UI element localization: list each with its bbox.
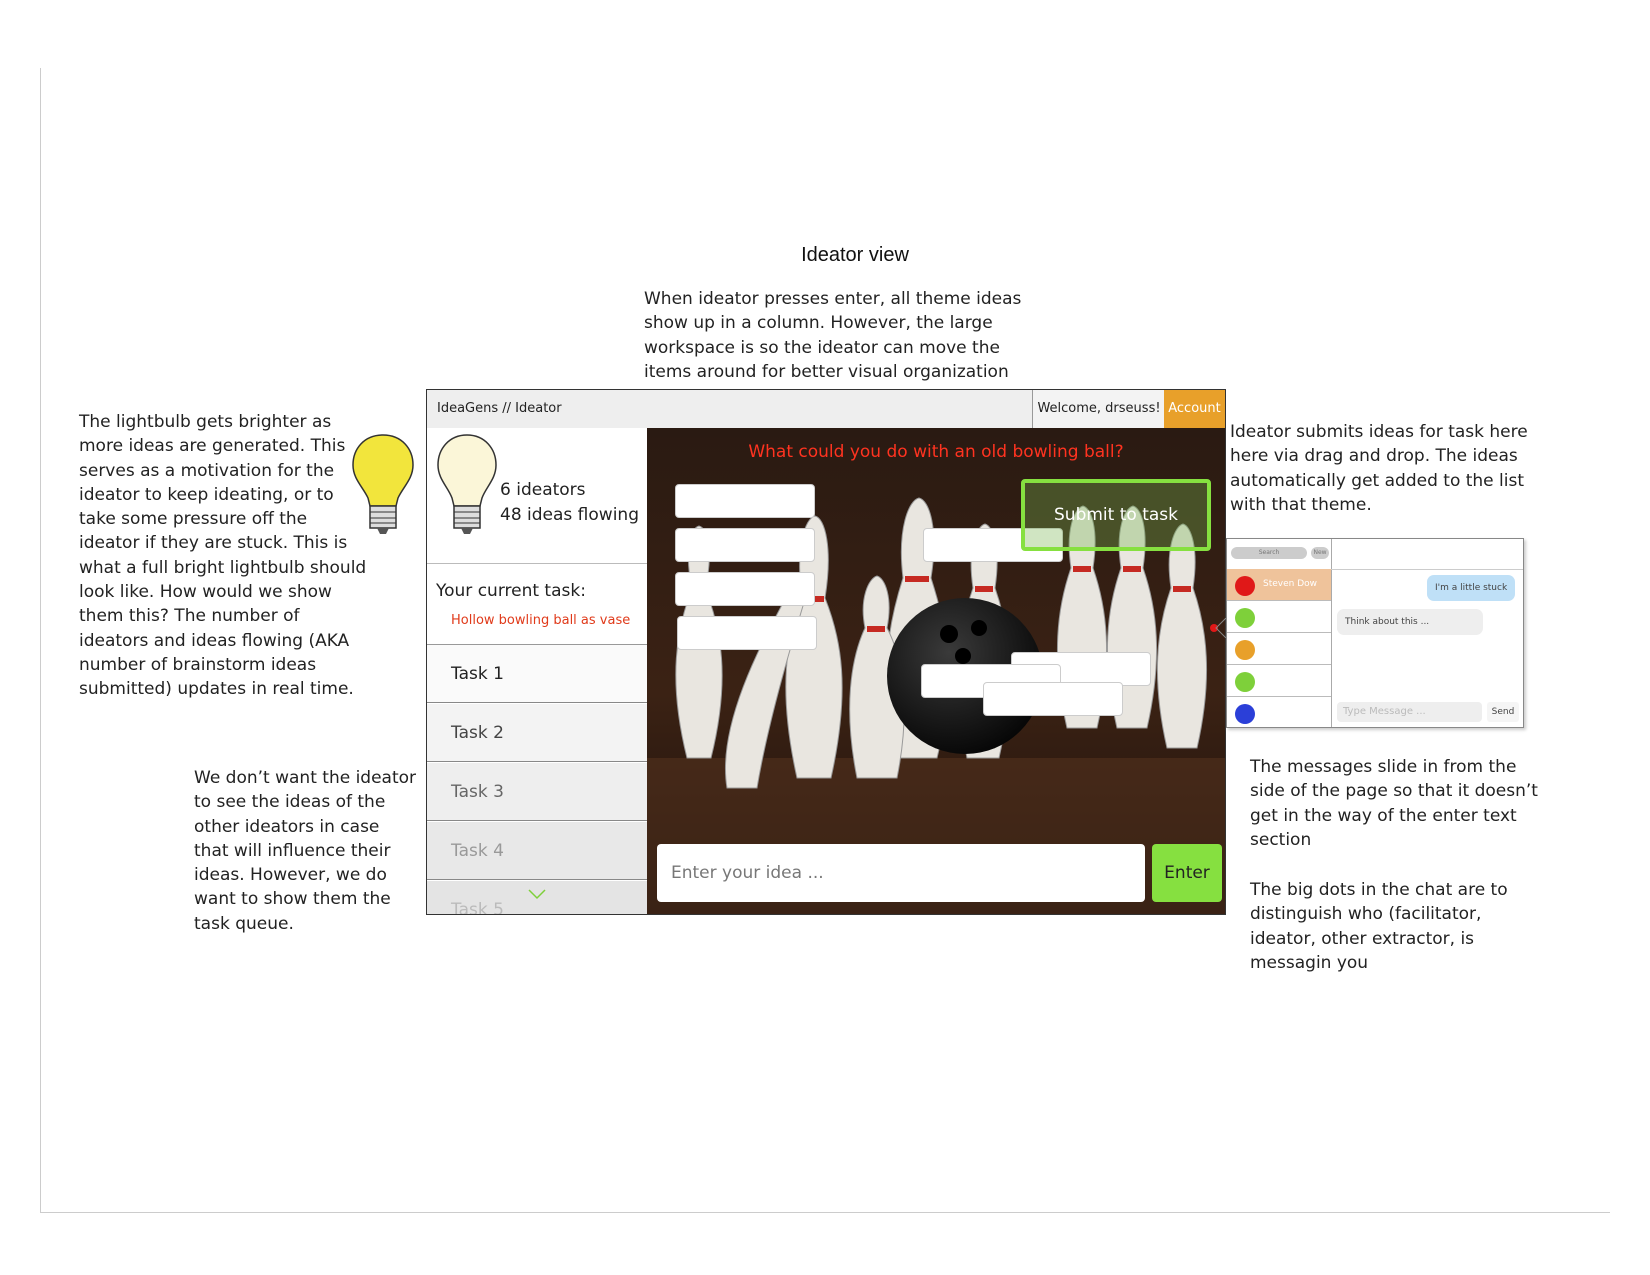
welcome-text: Welcome, drseuss! — [1032, 390, 1165, 428]
chat-header-divider — [1331, 569, 1523, 570]
chat-send-button[interactable]: Send — [1487, 702, 1519, 722]
idea-card[interactable] — [983, 682, 1123, 716]
contact-dot — [1235, 672, 1255, 692]
chat-contact[interactable] — [1227, 665, 1331, 697]
submit-to-task-dropzone[interactable]: Submit to task — [1021, 479, 1211, 551]
task-item[interactable]: Task 3 — [427, 763, 647, 821]
idea-card[interactable] — [675, 484, 815, 518]
sidebar: 6 ideators 48 ideas flowing Your current… — [427, 428, 647, 914]
chat-panel: Search New Steven Dow I'm a little stuck… — [1226, 538, 1524, 728]
task-item[interactable]: Task 2 — [427, 704, 647, 762]
chat-new-button[interactable]: New — [1311, 547, 1329, 559]
chat-contact[interactable] — [1227, 601, 1331, 633]
idea-card[interactable] — [675, 528, 815, 562]
note-dots: The big dots in the chat are to distingu… — [1250, 880, 1508, 973]
chat-message-sent: I'm a little stuck — [1427, 575, 1516, 601]
top-bar: IdeaGens // Ideator Welcome, drseuss! Ac… — [427, 390, 1225, 429]
chat-contact-list: Search New Steven Dow — [1227, 539, 1332, 727]
bright-lightbulb-icon — [352, 434, 414, 534]
idea-workspace[interactable]: What could you do with an old bowling ba… — [647, 428, 1225, 914]
contact-dot — [1235, 576, 1255, 596]
note-submit: Ideator submits ideas for task here here… — [1230, 422, 1528, 515]
chat-message-received: Think about this ... — [1337, 609, 1483, 635]
note-workspace: When ideator presses enter, all theme id… — [644, 289, 1022, 382]
contact-name: Steven Dow — [1263, 579, 1318, 589]
contact-dot — [1235, 608, 1255, 628]
contact-dot — [1235, 704, 1255, 724]
app-brand: IdeaGens // Ideator — [437, 401, 562, 416]
chat-message-input[interactable]: Type Message ... — [1337, 702, 1482, 722]
idea-card[interactable] — [677, 616, 817, 650]
idea-input[interactable]: Enter your idea ... — [657, 844, 1145, 902]
chevron-down-icon[interactable] — [527, 888, 547, 900]
chat-search-input[interactable]: Search — [1231, 547, 1307, 559]
current-task-label: Your current task: — [436, 581, 586, 601]
chat-contact[interactable] — [1227, 697, 1331, 728]
current-task-box: Your current task: Hollow bowling ball a… — [427, 564, 647, 645]
ideas-count: 48 ideas flowing — [500, 505, 639, 525]
chat-pointer-icon — [1210, 618, 1227, 638]
task-question: What could you do with an old bowling ba… — [748, 442, 1124, 462]
enter-button[interactable]: Enter — [1152, 844, 1222, 902]
note-messages: The messages slide in from the side of t… — [1250, 757, 1538, 850]
ideator-app-window: IdeaGens // Ideator Welcome, drseuss! Ac… — [426, 389, 1226, 915]
task-item[interactable]: Task 1 — [427, 645, 647, 703]
contact-dot — [1235, 640, 1255, 660]
chat-contact[interactable]: Steven Dow — [1227, 569, 1331, 601]
ideators-count: 6 ideators — [500, 480, 586, 500]
current-task-value: Hollow bowling ball as vase — [451, 613, 631, 628]
note-lightbulb: The lightbulb gets brighter as more idea… — [79, 412, 367, 700]
idea-card[interactable] — [675, 572, 815, 606]
chat-contact[interactable] — [1227, 633, 1331, 665]
lightbulb-icon — [437, 434, 497, 534]
stats-panel: 6 ideators 48 ideas flowing — [427, 428, 647, 564]
page-title: Ideator view — [801, 244, 909, 266]
task-item[interactable]: Task 4 — [427, 822, 647, 880]
page-border-left — [40, 68, 41, 1213]
account-button[interactable]: Account — [1164, 390, 1225, 428]
page-border-bottom — [40, 1212, 1610, 1213]
note-task-queue: We don’t want the ideator to see the ide… — [194, 768, 417, 934]
